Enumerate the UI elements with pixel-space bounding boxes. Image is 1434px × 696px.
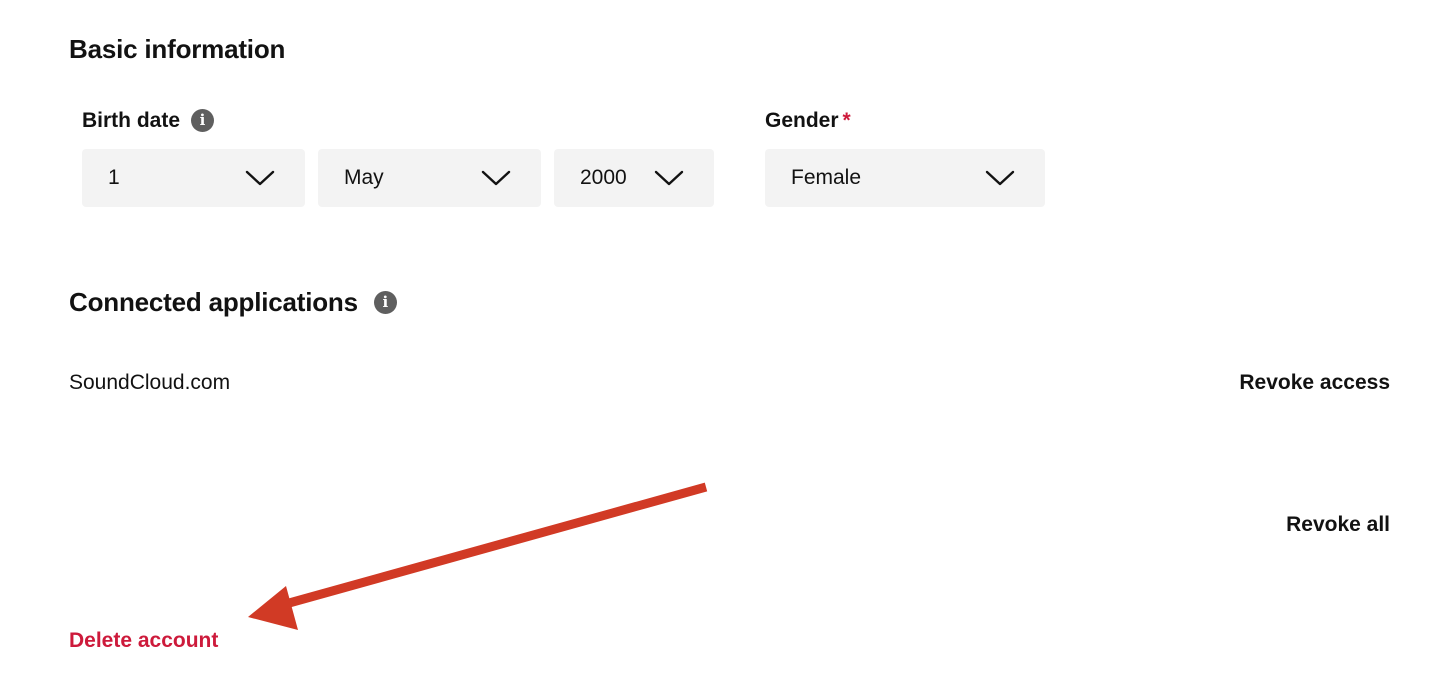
annotation-arrow-icon <box>248 482 708 630</box>
